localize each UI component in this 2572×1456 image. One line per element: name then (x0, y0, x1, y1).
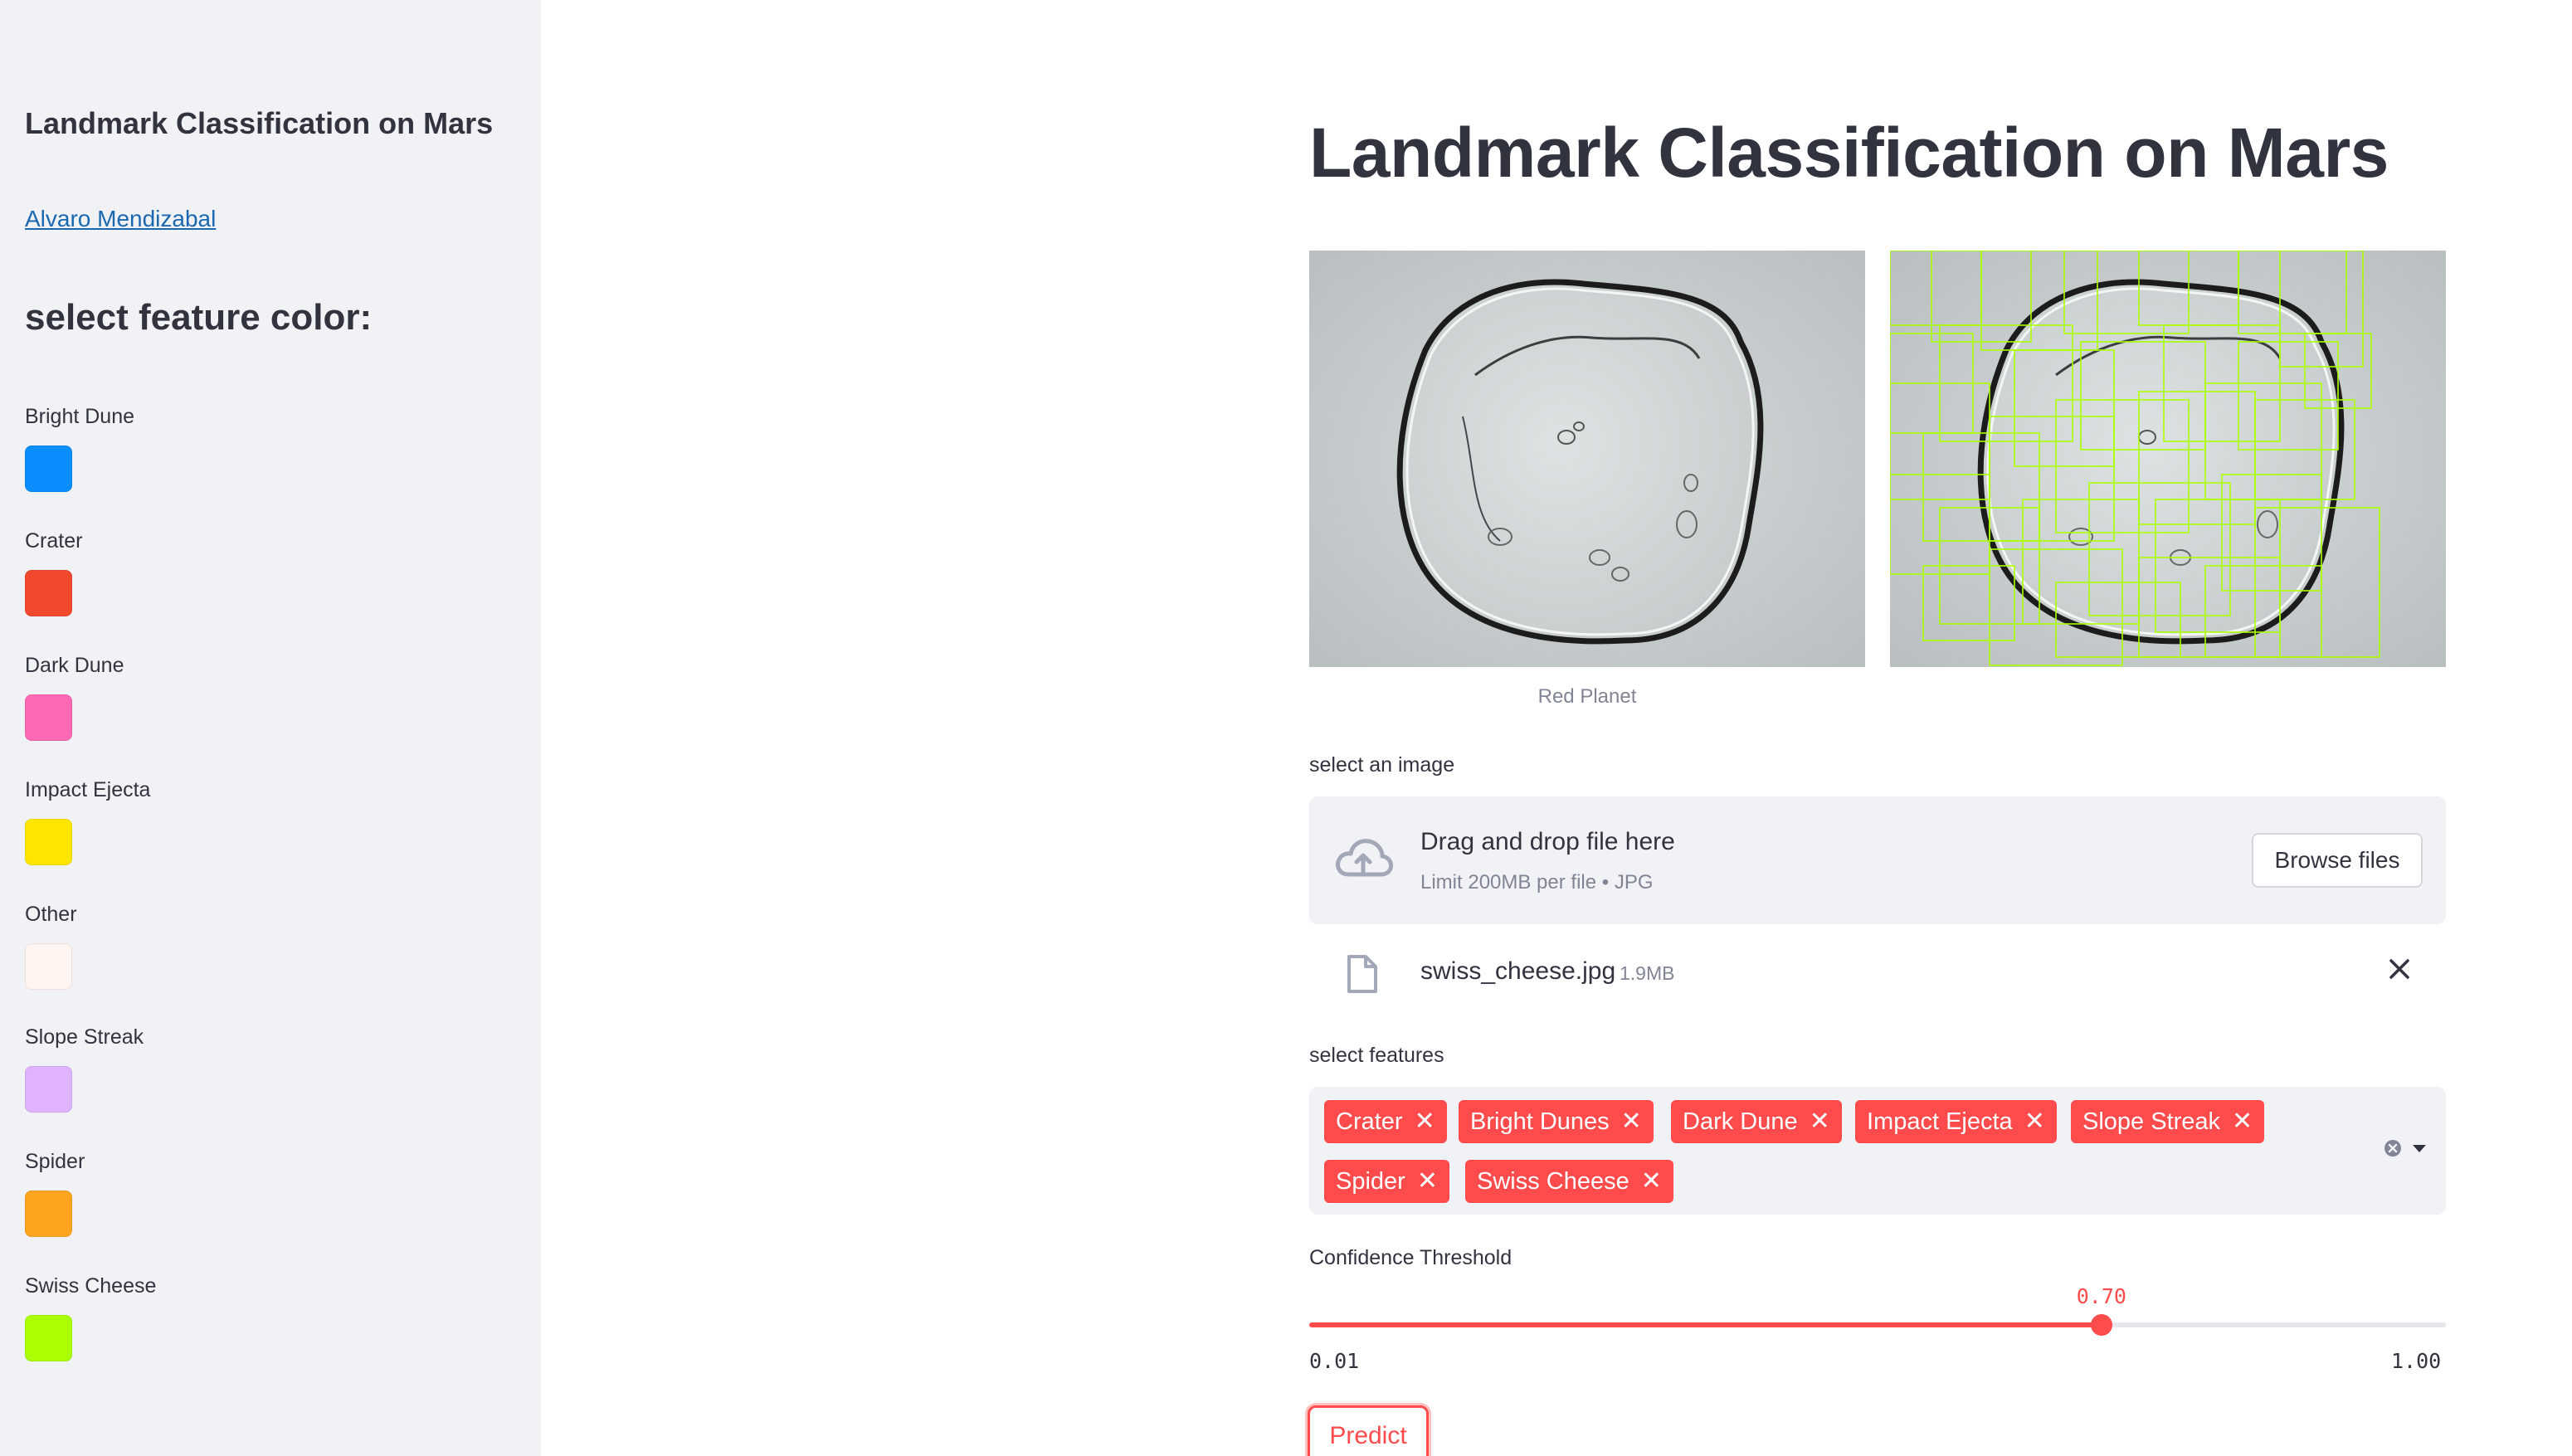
mars-image-annotated (1890, 251, 2446, 667)
color-picker-dark-dune: Dark Dune (25, 654, 124, 741)
color-swatch[interactable] (25, 1315, 72, 1361)
tag-label: Dark Dune (1683, 1108, 1798, 1135)
slider-value: 0.70 (2076, 1284, 2126, 1308)
uploader-label: select an image (1309, 753, 1455, 777)
cloud-upload-icon (1336, 839, 1393, 877)
author-link[interactable]: Alvaro Mendizabal (25, 206, 216, 232)
features-multiselect[interactable]: Crater ✕ Bright Dunes ✕ Dark Dune ✕ Impact … (1309, 1087, 2446, 1215)
tag-label: Impact Ejecta (1867, 1108, 2013, 1135)
color-picker-swiss-cheese: Swiss Cheese (25, 1274, 156, 1361)
remove-tag-icon[interactable]: ✕ (2024, 1100, 2045, 1143)
color-swatch[interactable] (25, 446, 72, 492)
color-picker-bright-dune: Bright Dune (25, 405, 134, 492)
slider-thumb[interactable] (2090, 1314, 2112, 1336)
color-label: Other (25, 903, 77, 926)
remove-file-icon[interactable] (2384, 954, 2414, 984)
tag-label: Crater (1336, 1108, 1403, 1135)
predict-button[interactable]: Predict (1308, 1405, 1429, 1456)
color-label: Dark Dune (25, 654, 124, 677)
tag-label: Bright Dunes (1470, 1108, 1610, 1135)
sidebar: Landmark Classification on Mars Alvaro M… (0, 0, 541, 1456)
feature-tag-slope-streak: Slope Streak ✕ (2071, 1100, 2265, 1143)
color-section-heading: select feature color: (25, 297, 373, 338)
color-picker-spider: Spider (25, 1150, 85, 1237)
file-name: swiss_cheese.jpg (1420, 957, 1616, 985)
page-title: Landmark Classification on Mars (1309, 114, 2389, 192)
features-label: select features (1309, 1044, 1444, 1067)
tag-label: Spider (1336, 1168, 1405, 1195)
detection-overlay-image (1890, 251, 2446, 667)
mars-image-original (1309, 251, 1865, 667)
color-label: Spider (25, 1150, 85, 1173)
remove-tag-icon[interactable]: ✕ (1415, 1100, 1435, 1143)
color-label: Bright Dune (25, 405, 135, 428)
remove-tag-icon[interactable]: ✕ (1641, 1160, 1662, 1203)
remove-tag-icon[interactable]: ✕ (2232, 1100, 2253, 1143)
color-label: Swiss Cheese (25, 1274, 157, 1298)
sidebar-title: Landmark Classification on Mars (25, 106, 494, 140)
slider-fill (1309, 1322, 2102, 1327)
color-picker-slope-streak: Slope Streak (25, 1025, 144, 1113)
color-swatch[interactable] (25, 694, 72, 741)
color-label: Crater (25, 529, 83, 553)
remove-tag-icon[interactable]: ✕ (1417, 1160, 1438, 1203)
tag-label: Swiss Cheese (1477, 1168, 1629, 1195)
image-caption: Red Planet (1537, 685, 1637, 708)
clear-all-icon[interactable] (2383, 1138, 2403, 1158)
browse-files-button[interactable]: Browse files (2252, 833, 2423, 888)
mars-terrain-image (1309, 251, 1865, 667)
color-picker-impact-ejecta: Impact Ejecta (25, 778, 150, 865)
remove-tag-icon[interactable]: ✕ (1621, 1100, 1642, 1143)
uploaded-file-row: swiss_cheese.jpg 1.9MB (1309, 936, 2446, 1006)
tag-label: Slope Streak (2082, 1108, 2221, 1135)
color-picker-other: Other (25, 903, 77, 990)
color-picker-crater: Crater (25, 529, 82, 616)
confidence-slider[interactable] (1309, 1314, 2446, 1336)
slider-min: 0.01 (1309, 1349, 1360, 1373)
chevron-down-icon[interactable] (2411, 1143, 2428, 1155)
color-swatch[interactable] (25, 819, 72, 865)
threshold-label: Confidence Threshold (1309, 1246, 1513, 1269)
slider-max: 1.00 (2391, 1349, 2442, 1373)
feature-tag-bright-dunes: Bright Dunes ✕ (1459, 1100, 1654, 1143)
feature-tag-crater: Crater ✕ (1324, 1100, 1447, 1143)
file-icon (1347, 955, 1377, 993)
remove-tag-icon[interactable]: ✕ (1810, 1100, 1830, 1143)
color-swatch[interactable] (25, 570, 72, 616)
file-dropzone[interactable]: Drag and drop file here Limit 200MB per … (1309, 796, 2446, 924)
color-label: Impact Ejecta (25, 778, 151, 801)
feature-tag-dark-dune: Dark Dune ✕ (1671, 1100, 1842, 1143)
color-label: Slope Streak (25, 1025, 144, 1049)
dropzone-title: Drag and drop file here (1420, 828, 1675, 855)
color-swatch[interactable] (25, 1191, 72, 1237)
dropzone-limit: Limit 200MB per file • JPG (1420, 871, 1654, 894)
color-swatch[interactable] (25, 1066, 72, 1113)
feature-tag-swiss-cheese: Swiss Cheese ✕ (1465, 1160, 1673, 1203)
color-swatch[interactable] (25, 943, 72, 990)
feature-tag-spider: Spider ✕ (1324, 1160, 1449, 1203)
feature-tag-impact-ejecta: Impact Ejecta ✕ (1855, 1100, 2057, 1143)
file-size: 1.9MB (1620, 962, 1675, 984)
